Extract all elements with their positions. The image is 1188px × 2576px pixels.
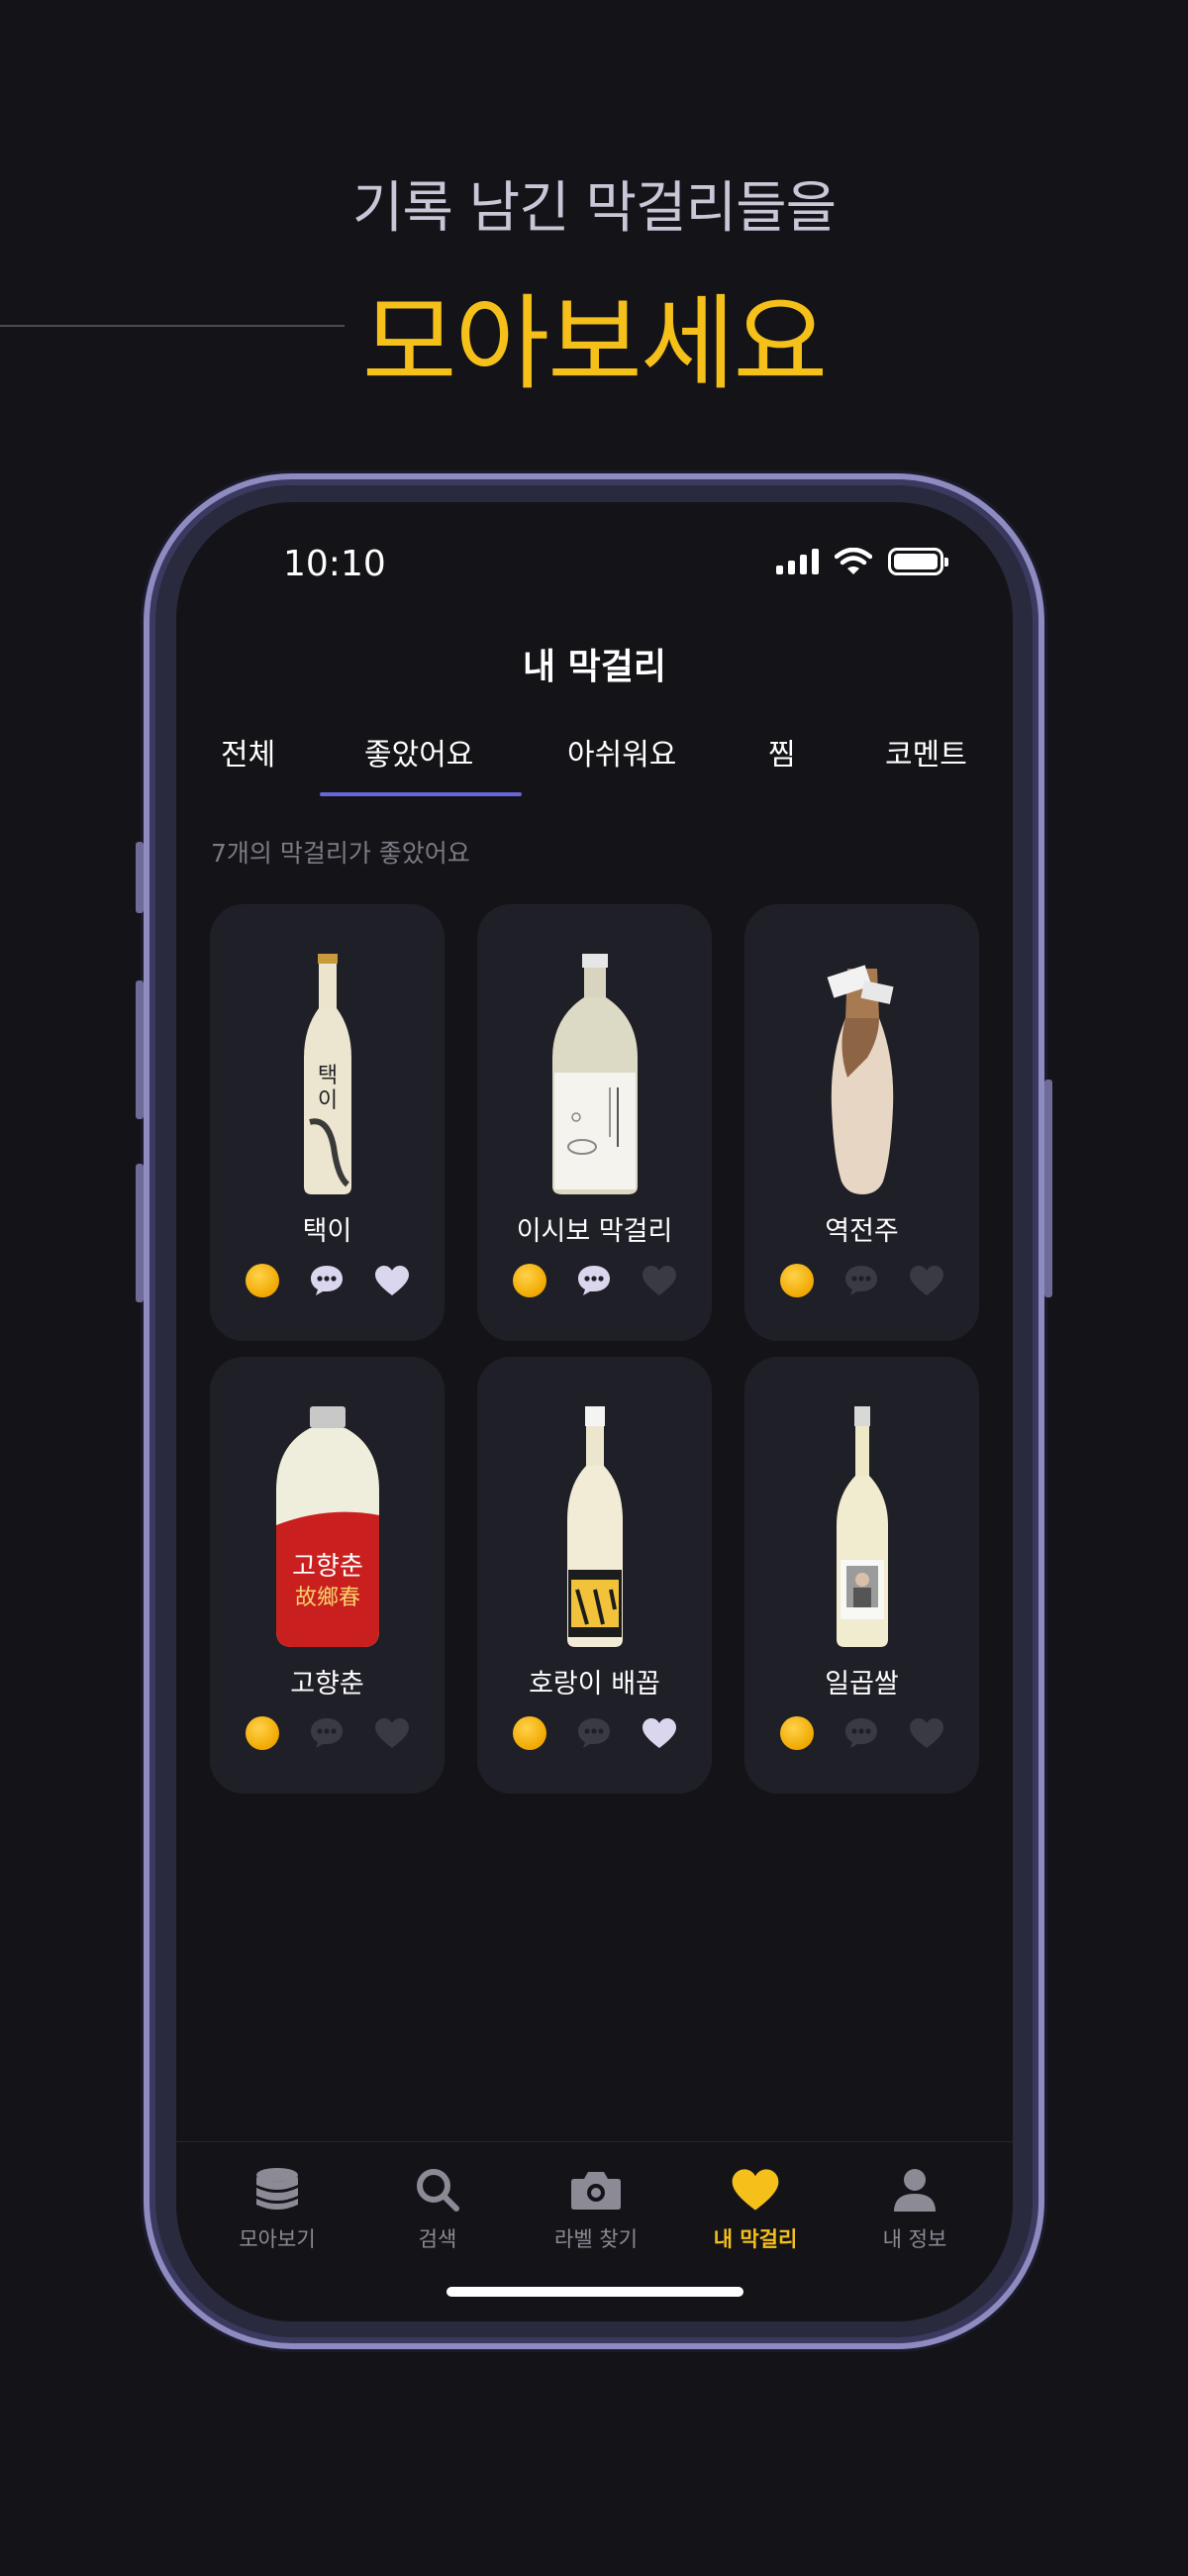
svg-text:故鄉春: 故鄉春 xyxy=(294,1586,359,1610)
phone-side-button xyxy=(136,842,144,913)
status-time: 10:10 xyxy=(283,544,386,584)
makgeolli-card[interactable]: 역전주 xyxy=(744,904,979,1341)
bottle-image xyxy=(477,949,712,1196)
status-icons xyxy=(776,548,948,575)
liked-count-text: 7개의 막걸리가 좋았어요 xyxy=(211,839,470,868)
makgeolli-card[interactable]: 고향춘 故鄉春 고향춘 xyxy=(210,1357,445,1794)
heart-icon[interactable] xyxy=(909,1715,944,1751)
nav-label: 모아보기 xyxy=(239,2227,316,2251)
rating-coin-icon xyxy=(512,1264,546,1297)
bottle-image: 고향춘 故鄉春 xyxy=(210,1401,445,1649)
nav-label: 내 정보 xyxy=(882,2227,947,2251)
heart-icon[interactable] xyxy=(909,1263,944,1298)
rating-coin-icon xyxy=(245,1716,279,1750)
comment-icon[interactable] xyxy=(843,1263,879,1298)
card-name: 역전주 xyxy=(825,1216,899,1247)
heart-icon[interactable] xyxy=(374,1715,410,1751)
makgeolli-card[interactable]: 일곱쌀 xyxy=(744,1357,979,1794)
phone-side-button xyxy=(1044,1080,1052,1297)
phone-screen: 10:10 내 막걸리 전체 좋았어요 아쉬워요 찜 코멘트 7개의 막걸리가 … xyxy=(176,502,1013,2321)
tab-liked[interactable]: 좋았어요 xyxy=(364,730,473,773)
heart-icon xyxy=(676,2162,835,2217)
card-name: 이시보 막걸리 xyxy=(516,1216,673,1247)
rating-coin-icon xyxy=(779,1264,814,1297)
nav-label: 내 막걸리 xyxy=(713,2227,798,2251)
bottle-image xyxy=(744,1401,979,1649)
heart-icon[interactable] xyxy=(374,1263,410,1298)
search-icon xyxy=(358,2162,517,2217)
person-icon xyxy=(836,2162,994,2217)
svg-text:이: 이 xyxy=(317,1088,337,1113)
signal-icon xyxy=(776,549,819,574)
makgeolli-card[interactable]: 이시보 막걸리 xyxy=(477,904,712,1341)
svg-text:고향춘: 고향춘 xyxy=(292,1552,363,1582)
tab-all[interactable]: 전체 xyxy=(221,730,275,773)
nav-search[interactable]: 검색 xyxy=(358,2162,517,2253)
phone-side-button xyxy=(136,980,144,1119)
rating-coin-icon xyxy=(779,1716,814,1750)
page-title: 내 막걸리 xyxy=(522,647,666,687)
makgeolli-card[interactable]: 택 이 택이 xyxy=(210,904,445,1341)
camera-icon xyxy=(517,2162,675,2217)
card-name: 고향춘 xyxy=(290,1669,364,1700)
tab-wishlist[interactable]: 찜 xyxy=(768,730,796,773)
comment-icon[interactable] xyxy=(576,1263,612,1298)
heart-icon[interactable] xyxy=(642,1715,677,1751)
card-name: 택이 xyxy=(302,1216,352,1247)
comment-icon[interactable] xyxy=(576,1715,612,1751)
bottom-nav: 모아보기 검색 라벨 찾기 내 막걸리 내 정보 xyxy=(176,2141,1013,2260)
makgeolli-card[interactable]: 호랑이 배꼽 xyxy=(477,1357,712,1794)
tab-disappointed[interactable]: 아쉬워요 xyxy=(567,730,676,773)
nav-label: 검색 xyxy=(418,2227,457,2251)
promo-subtitle: 기록 남긴 막걸리들을 xyxy=(351,176,837,241)
bottle-image xyxy=(477,1401,712,1649)
bottle-image: 택 이 xyxy=(210,949,445,1196)
wifi-icon xyxy=(835,548,872,574)
nav-collection[interactable]: 모아보기 xyxy=(198,2162,356,2253)
card-name: 일곱쌀 xyxy=(825,1669,899,1700)
nav-label-scan[interactable]: 라벨 찾기 xyxy=(517,2162,675,2253)
comment-icon[interactable] xyxy=(843,1715,879,1751)
heart-icon[interactable] xyxy=(642,1263,677,1298)
comment-icon[interactable] xyxy=(309,1263,345,1298)
rating-coin-icon xyxy=(512,1716,546,1750)
coins-stack-icon xyxy=(198,2162,356,2217)
phone-side-button xyxy=(136,1164,144,1302)
nav-my-makgeolli[interactable]: 내 막걸리 xyxy=(676,2162,835,2253)
nav-my-info[interactable]: 내 정보 xyxy=(836,2162,994,2253)
tab-indicator xyxy=(320,792,522,796)
comment-icon[interactable] xyxy=(309,1715,345,1751)
svg-text:택: 택 xyxy=(317,1064,337,1088)
tab-bar: 전체 좋았어요 아쉬워요 찜 코멘트 xyxy=(176,730,1013,789)
nav-label: 라벨 찾기 xyxy=(554,2227,638,2251)
tab-comments[interactable]: 코멘트 xyxy=(885,730,967,773)
bottle-image xyxy=(744,949,979,1196)
home-indicator[interactable] xyxy=(446,2287,743,2297)
rating-coin-icon xyxy=(245,1264,279,1297)
promo-headline: 모아보세요 xyxy=(361,283,828,404)
battery-icon xyxy=(888,548,948,575)
card-name: 호랑이 배꼽 xyxy=(529,1669,660,1700)
